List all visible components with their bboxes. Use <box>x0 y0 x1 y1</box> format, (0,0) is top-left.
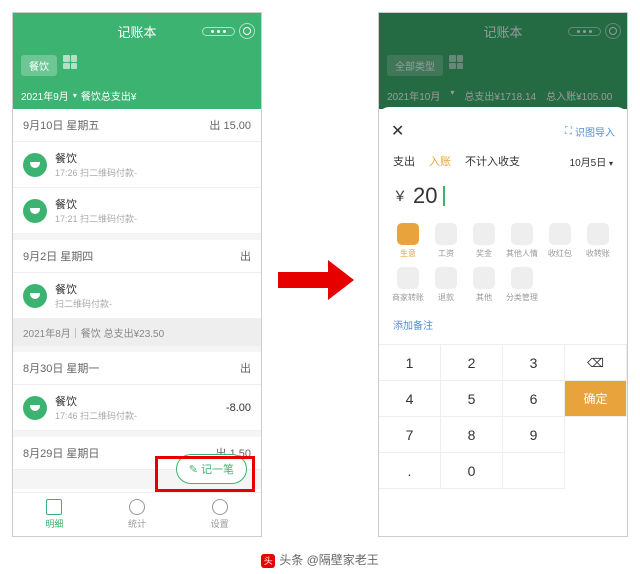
key-2[interactable]: 2 <box>441 345 503 381</box>
keypad: 123 456确定 789.0 <box>379 344 627 489</box>
clock-icon <box>129 499 145 515</box>
grid-icon[interactable] <box>449 55 463 69</box>
filter-chip[interactable]: 餐饮 <box>21 55 57 76</box>
day-header: 9月10日 星期五出 15.00 <box>13 109 261 142</box>
list-icon <box>46 499 62 515</box>
filter-bar: 餐饮 <box>13 49 261 82</box>
tab-detail[interactable]: 明细 <box>13 493 96 536</box>
month-bar: 2021年8月｜餐饮 总支出¥23.50 <box>13 319 261 346</box>
chevron-down-icon: ▾ <box>609 159 613 168</box>
category-icon <box>473 267 495 289</box>
key-9[interactable]: 9 <box>503 417 565 453</box>
header: 记账本 <box>13 13 261 49</box>
category-icon <box>435 223 457 245</box>
category-icon <box>473 223 495 245</box>
dimmed-background: 记账本 全部类型 2021年10月▾总支出¥1718.14总入账¥105.00 <box>379 13 627 109</box>
summary-bar[interactable]: 2021年9月 ▾ 餐饮总支出¥ <box>13 82 261 109</box>
memo-button[interactable]: 添加备注 <box>389 311 617 338</box>
summary-text: 餐饮总支出¥ <box>81 88 137 103</box>
day-header: 8月30日 星期一出 <box>13 352 261 385</box>
date-picker[interactable]: 10月5日 ▾ <box>570 154 613 169</box>
close-icon[interactable]: ✕ <box>391 121 404 141</box>
key-dot[interactable]: . <box>379 453 441 489</box>
category-7[interactable]: 退款 <box>427 263 465 307</box>
more-icon[interactable] <box>202 27 235 36</box>
category-6[interactable]: 商家转账 <box>389 263 427 307</box>
category-1[interactable]: 工资 <box>427 219 465 263</box>
amount-input[interactable]: ￥ 20 <box>389 177 617 215</box>
cursor <box>443 186 445 206</box>
list-item[interactable]: 餐饮扫二维码付款- <box>13 273 261 319</box>
category-icon <box>549 223 571 245</box>
header: 记账本 <box>379 13 627 49</box>
food-icon <box>23 284 47 308</box>
category-8[interactable]: 其他 <box>465 263 503 307</box>
category-4[interactable]: 收红包 <box>541 219 579 263</box>
transaction-list[interactable]: 9月10日 星期五出 15.00 餐饮17:26 扫二维码付款- 餐饮17:21… <box>13 109 261 489</box>
category-icon <box>587 223 609 245</box>
list-item[interactable]: 餐饮17:26 扫二维码付款- <box>13 142 261 188</box>
currency-symbol: ￥ <box>393 186 407 206</box>
arrow-icon <box>278 260 358 300</box>
key-0[interactable]: 0 <box>441 453 503 489</box>
key-6[interactable]: 6 <box>503 381 565 417</box>
list-item[interactable]: 餐饮17:46 扫二维码付款--8.00 <box>13 385 261 431</box>
key-empty[interactable] <box>503 453 565 489</box>
amount-value: 20 <box>413 183 437 209</box>
key-4[interactable]: 4 <box>379 381 441 417</box>
gear-icon <box>212 499 228 515</box>
food-icon <box>23 153 47 177</box>
right-phone: 记账本 全部类型 2021年10月▾总支出¥1718.14总入账¥105.00 … <box>378 12 628 537</box>
filter-chip[interactable]: 全部类型 <box>387 55 443 76</box>
source-icon: 头 <box>261 554 275 568</box>
tab-settings[interactable]: 设置 <box>178 493 261 536</box>
key-confirm[interactable]: 确定 <box>565 381 627 417</box>
scan-icon: ⛶ <box>565 126 572 137</box>
day-header: 9月2日 星期四出 <box>13 240 261 273</box>
caption: 头头条 @隔壁家老王 <box>0 551 640 568</box>
filter-bar: 全部类型 <box>379 49 627 82</box>
category-0[interactable]: 生意 <box>389 219 427 263</box>
category-icon <box>511 267 533 289</box>
import-button[interactable]: ⛶识图导入 <box>565 124 615 139</box>
header-buttons <box>202 23 255 39</box>
app-title: 记账本 <box>117 22 156 41</box>
key-8[interactable]: 8 <box>441 417 503 453</box>
food-icon <box>23 396 47 420</box>
category-grid: 生意工资奖金其他人情收红包收转账商家转账退款其他分类管理 <box>389 215 617 311</box>
food-icon <box>23 199 47 223</box>
list-item[interactable]: 餐饮17:21 扫二维码付款- <box>13 188 261 234</box>
tab-expense[interactable]: 支出 <box>393 153 415 169</box>
tab-excluded[interactable]: 不计入收支 <box>465 153 520 169</box>
tab-bar: 明细 统计 设置 <box>13 492 261 536</box>
highlight-box <box>155 456 255 492</box>
tab-income[interactable]: 入账 <box>429 153 451 169</box>
app-title: 记账本 <box>483 22 522 41</box>
chevron-down-icon: ▾ <box>73 91 77 100</box>
summary-month: 2021年9月 <box>21 88 69 103</box>
target-icon[interactable] <box>605 23 621 39</box>
summary-bar: 2021年10月▾总支出¥1718.14总入账¥105.00 <box>379 82 627 109</box>
entry-type-tabs: 支出 入账 不计入收支 10月5日 ▾ <box>389 145 617 177</box>
category-icon <box>397 223 419 245</box>
category-2[interactable]: 奖金 <box>465 219 503 263</box>
category-icon <box>435 267 457 289</box>
key-1[interactable]: 1 <box>379 345 441 381</box>
key-7[interactable]: 7 <box>379 417 441 453</box>
entry-sheet: ✕ ⛶识图导入 支出 入账 不计入收支 10月5日 ▾ ￥ 20 生意工资奖金其… <box>379 107 627 536</box>
category-5[interactable]: 收转账 <box>579 219 617 263</box>
more-icon[interactable] <box>568 27 601 36</box>
tab-stats[interactable]: 统计 <box>96 493 179 536</box>
target-icon[interactable] <box>239 23 255 39</box>
grid-icon[interactable] <box>63 55 77 69</box>
key-backspace[interactable] <box>565 345 627 381</box>
category-icon <box>397 267 419 289</box>
key-3[interactable]: 3 <box>503 345 565 381</box>
category-3[interactable]: 其他人情 <box>503 219 541 263</box>
left-phone: 记账本 餐饮 2021年9月 ▾ 餐饮总支出¥ 9月10日 星期五出 15.00 … <box>12 12 262 537</box>
category-icon <box>511 223 533 245</box>
key-5[interactable]: 5 <box>441 381 503 417</box>
category-9[interactable]: 分类管理 <box>503 263 541 307</box>
